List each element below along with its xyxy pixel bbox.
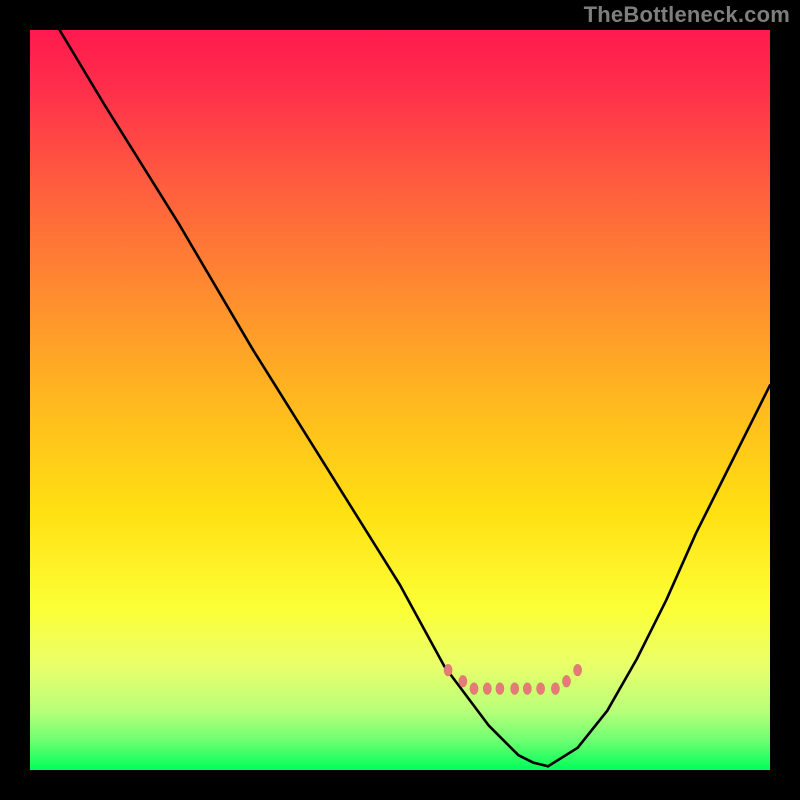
bottleneck-curve-right (548, 385, 770, 766)
optimal-markers (444, 664, 582, 695)
chart-frame: TheBottleneck.com (0, 0, 800, 800)
optimal-marker (483, 683, 491, 695)
optimal-marker (459, 675, 467, 687)
plot-area (30, 30, 770, 770)
optimal-marker (523, 683, 531, 695)
curve-svg (30, 30, 770, 770)
optimal-marker (551, 683, 559, 695)
optimal-marker (562, 675, 570, 687)
optimal-marker (444, 664, 452, 676)
optimal-marker (470, 683, 478, 695)
attribution-text: TheBottleneck.com (584, 2, 790, 28)
optimal-marker (573, 664, 581, 676)
optimal-marker (511, 683, 519, 695)
optimal-marker (536, 683, 544, 695)
bottleneck-curve-left (60, 30, 548, 766)
optimal-marker (496, 683, 504, 695)
